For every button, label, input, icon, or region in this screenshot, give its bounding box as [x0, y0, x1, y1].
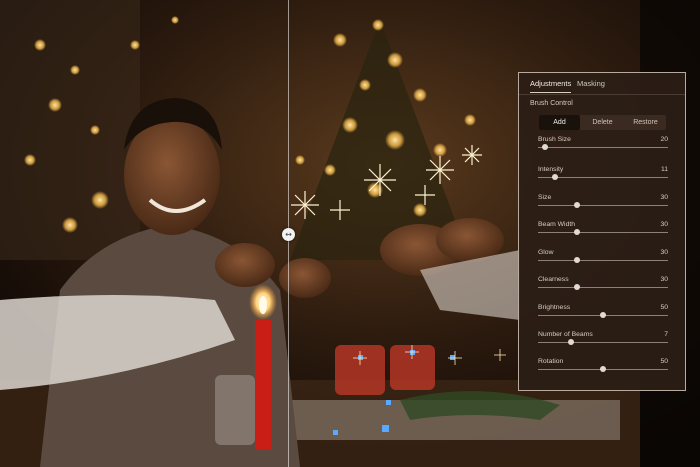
slider-row-clearness: Clearness 30: [538, 276, 668, 296]
brush-control-title: Brush Control: [530, 100, 573, 107]
slider-row-intensity: Intensity 11: [538, 166, 668, 186]
slider-track[interactable]: [538, 147, 668, 148]
slider-track[interactable]: [538, 260, 668, 261]
slider-knob[interactable]: [574, 202, 580, 208]
slider-value: 20: [660, 136, 668, 143]
add-button[interactable]: Add: [539, 115, 580, 130]
slider-knob[interactable]: [600, 312, 606, 318]
slider-row-beam-width: Beam Width 30: [538, 221, 668, 241]
slider-row-number-of-beams: Number of Beams 7: [538, 331, 668, 351]
slider-label: Beam Width: [538, 221, 576, 228]
slider-track[interactable]: [538, 287, 668, 288]
slider-value: 50: [660, 358, 668, 365]
slider-value: 30: [660, 221, 668, 228]
slider-row-rotation: Rotation 50: [538, 358, 668, 378]
slider-knob[interactable]: [574, 257, 580, 263]
slider-value: 30: [660, 276, 668, 283]
tab-masking[interactable]: Masking: [577, 79, 605, 88]
slider-value: 7: [664, 331, 668, 338]
compare-handle[interactable]: ↔: [282, 228, 295, 241]
adjustments-panel: Adjustments Masking Brush Control Add De…: [518, 72, 686, 391]
slider-label: Brightness: [538, 304, 571, 311]
slider-value: 50: [660, 304, 668, 311]
slider-row-brush-size: Brush Size 20: [538, 136, 668, 156]
double-arrow-icon: ↔: [285, 229, 292, 239]
slider-value: 30: [660, 249, 668, 256]
brush-mode-selector: Add Delete Restore: [539, 115, 666, 130]
delete-button[interactable]: Delete: [581, 115, 624, 130]
slider-track[interactable]: [538, 205, 668, 206]
slider-label: Intensity: [538, 166, 564, 173]
slider-value: 11: [660, 166, 668, 173]
tab-adjustments[interactable]: Adjustments: [530, 79, 572, 93]
slider-track[interactable]: [538, 232, 668, 233]
slider-knob[interactable]: [541, 144, 548, 150]
slider-knob[interactable]: [574, 284, 580, 290]
slider-knob[interactable]: [567, 339, 574, 345]
slider-row-glow: Glow 30: [538, 249, 668, 269]
slider-knob[interactable]: [600, 366, 606, 372]
panel-tabs: Adjustments Masking: [519, 73, 685, 95]
slider-label: Number of Beams: [538, 331, 593, 338]
slider-row-size: Size 30: [538, 194, 668, 214]
slider-label: Clearness: [538, 276, 569, 283]
slider-label: Rotation: [538, 358, 564, 365]
slider-label: Brush Size: [538, 136, 571, 143]
slider-row-brightness: Brightness 50: [538, 304, 668, 324]
slider-track[interactable]: [538, 342, 668, 343]
slider-value: 30: [660, 194, 668, 201]
slider-label: Glow: [538, 249, 554, 256]
restore-button[interactable]: Restore: [625, 115, 666, 130]
slider-knob[interactable]: [551, 174, 558, 180]
slider-label: Size: [538, 194, 552, 201]
slider-knob[interactable]: [574, 229, 580, 235]
